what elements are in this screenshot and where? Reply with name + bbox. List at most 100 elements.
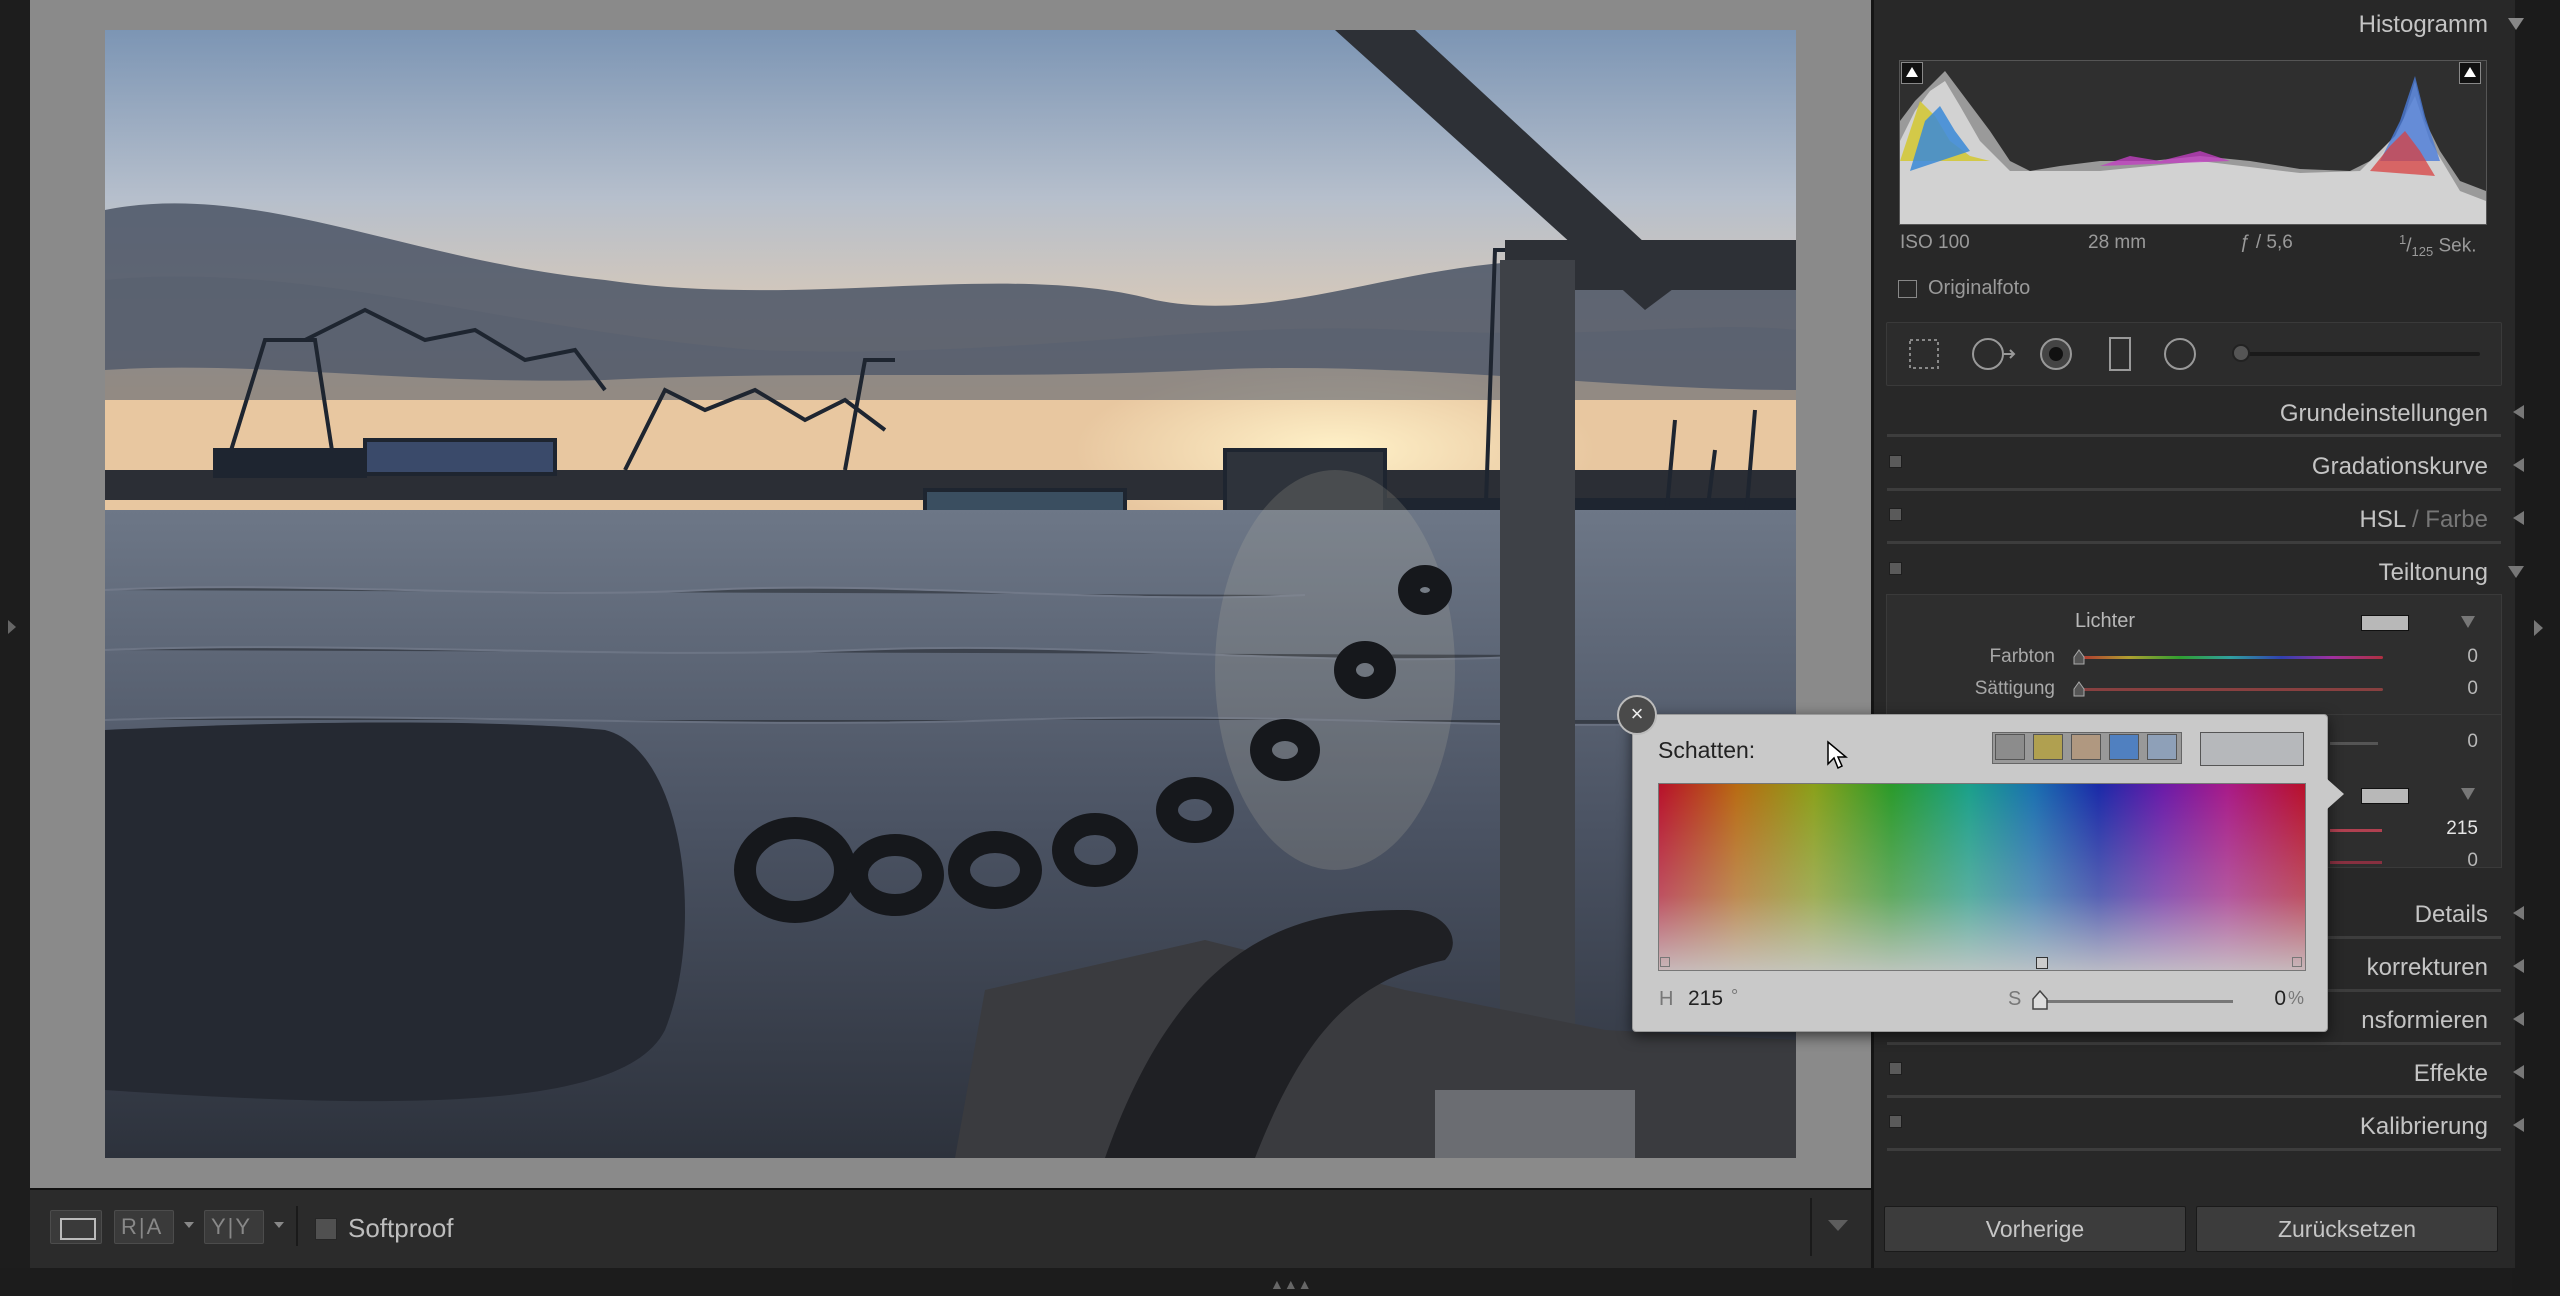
histogram-collapse-icon[interactable] (2508, 18, 2524, 30)
shadows-saturation-value[interactable]: 0 (2438, 850, 2478, 872)
before-after-tb-button[interactable]: Y|Y (204, 1210, 264, 1244)
spot-removal-icon[interactable] (1968, 334, 2020, 374)
hue-field-value[interactable]: 215 (1688, 987, 1723, 1011)
right-edge[interactable] (2512, 0, 2560, 1296)
spectrum-corner-right (2292, 957, 2302, 967)
panel-grundeinstellungen[interactable]: Grundeinstellungen (2280, 400, 2488, 428)
softproof-label: Softproof (348, 1213, 454, 1243)
kalibrierung-expand-icon[interactable] (2513, 1118, 2524, 1132)
histogram-title[interactable]: Histogramm (2359, 11, 2488, 39)
loupe-view-icon (60, 1218, 96, 1240)
gradationskurve-expand-icon[interactable] (2513, 458, 2524, 472)
filmstrip-collapsed[interactable] (0, 1268, 2512, 1296)
preset-swatch-gray[interactable] (1995, 734, 2025, 760)
details-expand-icon[interactable] (2513, 906, 2524, 920)
preset-swatch-blue[interactable] (2109, 734, 2139, 760)
shadows-saturation-slider[interactable] (2330, 861, 2382, 864)
brush-size-knob[interactable] (2232, 344, 2250, 362)
shadow-clipping-icon[interactable] (1901, 62, 1923, 84)
toolbar-divider-right (1810, 1198, 1812, 1256)
panel-details[interactable]: Details (2415, 901, 2488, 929)
panel-teiltonung[interactable]: Teiltonung (2379, 559, 2488, 587)
panel-objektivkorrekturen[interactable]: korrekturen (2367, 954, 2488, 982)
color-spectrum-field[interactable] (1658, 783, 2306, 971)
gradationskurve-toggle[interactable] (1889, 455, 1902, 468)
current-color-preview (2200, 732, 2304, 766)
expand-filmstrip-icon[interactable] (2534, 620, 2543, 636)
before-after-menu-icon[interactable] (184, 1222, 194, 1228)
picker-close-button[interactable]: × (1617, 695, 1657, 735)
expand-left-panel-icon[interactable] (8, 620, 16, 634)
saturation-slider[interactable] (2038, 1000, 2233, 1003)
hsl-expand-icon[interactable] (2513, 511, 2524, 525)
reset-button[interactable]: Zurücksetzen (2196, 1206, 2498, 1252)
highlights-hue-value[interactable]: 0 (2438, 646, 2478, 668)
swap-menu-icon[interactable] (274, 1222, 284, 1228)
radial-filter-icon[interactable] (2160, 334, 2200, 374)
hsl-toggle[interactable] (1889, 508, 1902, 521)
filmstrip-handle-icon[interactable]: ▲▲▲ (1270, 1276, 1312, 1292)
exif-focal-length: 28 mm (2088, 232, 2147, 253)
highlights-picker-icon[interactable] (2461, 616, 2475, 628)
effekte-toggle[interactable] (1889, 1062, 1902, 1075)
spectrum-position-marker[interactable] (2036, 957, 2048, 969)
transformieren-expand-icon[interactable] (2513, 1012, 2524, 1026)
highlights-hue-slider[interactable] (2078, 656, 2383, 659)
brush-size-slider[interactable] (2240, 352, 2480, 356)
before-after-lr-button[interactable]: R|A (114, 1210, 174, 1244)
panel-divider (1887, 488, 2501, 491)
shadows-hue-slider[interactable] (2330, 829, 2382, 832)
highlight-clipping-icon[interactable] (2459, 62, 2481, 84)
panel-gradationskurve[interactable]: Gradationskurve (2312, 453, 2488, 481)
panel-kalibrierung[interactable]: Kalibrierung (2360, 1113, 2488, 1141)
graduated-filter-icon[interactable] (2100, 334, 2140, 374)
teiltonung-toggle[interactable] (1889, 562, 1902, 575)
picker-pointer (2326, 778, 2344, 810)
panel-transformieren[interactable]: nsformieren (2361, 1007, 2488, 1035)
crop-tool-icon[interactable] (1904, 334, 1944, 374)
photo-preview[interactable] (105, 30, 1796, 1158)
shadows-picker-icon[interactable] (2461, 788, 2475, 800)
saturation-field-value[interactable]: 0 (2256, 987, 2286, 1011)
red-eye-icon[interactable] (2036, 334, 2076, 374)
softproof-checkbox[interactable] (315, 1218, 337, 1240)
saturation-unit: % (2288, 988, 2305, 1008)
exif-shutter-den: 125 (2411, 244, 2434, 260)
exif-shutter: 1/125 Sek. (2399, 232, 2477, 260)
panel-divider (1887, 541, 2501, 544)
farbe-tab-label[interactable]: Farbe (2425, 506, 2488, 533)
hsl-tab-label[interactable]: HSL (2359, 506, 2405, 533)
panel-effekte[interactable]: Effekte (2414, 1060, 2488, 1088)
highlights-hue-thumb[interactable] (2073, 649, 2085, 665)
kalibrierung-toggle[interactable] (1889, 1115, 1902, 1128)
saturation-field-label: S (2008, 988, 2022, 1010)
hue-field-label: H (1659, 988, 1674, 1010)
highlights-saturation-thumb[interactable] (2073, 681, 2085, 697)
hue-unit: ° (1731, 986, 1739, 1006)
previous-settings-button[interactable]: Vorherige (1884, 1206, 2186, 1252)
saturation-slider-thumb[interactable] (2031, 990, 2049, 1010)
preset-swatch-tan[interactable] (2071, 734, 2101, 760)
panel-hsl-farbe[interactable]: HSL / Farbe (2359, 506, 2488, 534)
teiltonung-collapse-icon[interactable] (2508, 566, 2524, 578)
effekte-expand-icon[interactable] (2513, 1065, 2524, 1079)
loupe-view-button[interactable] (50, 1210, 102, 1244)
highlights-saturation-value[interactable]: 0 (2438, 678, 2478, 700)
hsl-separator: / (2405, 506, 2426, 533)
toolbar-options-chevron-icon[interactable] (1828, 1220, 1848, 1231)
korrekturen-expand-icon[interactable] (2513, 959, 2524, 973)
exif-shutter-unit: Sek. (2438, 235, 2477, 257)
balance-value[interactable]: 0 (2438, 731, 2478, 753)
toolbar-divider (296, 1206, 298, 1246)
left-panel-collapsed[interactable] (0, 0, 30, 1296)
preset-swatch-olive[interactable] (2033, 734, 2063, 760)
highlights-saturation-label: Sättigung (1974, 678, 2055, 699)
original-photo-checkbox[interactable] (1898, 280, 1917, 298)
shadows-color-swatch[interactable] (2361, 788, 2409, 804)
shadows-hue-value[interactable]: 215 (2438, 818, 2478, 840)
balance-slider[interactable] (2330, 742, 2378, 745)
preset-swatch-slate[interactable] (2147, 734, 2177, 760)
grundeinstellungen-expand-icon[interactable] (2513, 405, 2524, 419)
highlights-color-swatch[interactable] (2361, 615, 2409, 631)
highlights-saturation-slider[interactable] (2078, 688, 2383, 691)
